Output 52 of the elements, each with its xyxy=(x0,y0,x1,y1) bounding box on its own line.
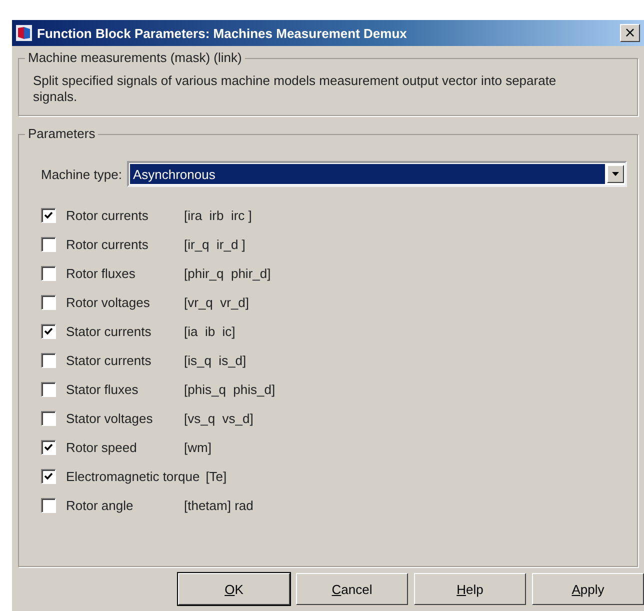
signal-names: [thetam] rad xyxy=(184,498,254,513)
checkbox[interactable] xyxy=(41,411,56,426)
window-title: Function Block Parameters: Machines Measurement Demux xyxy=(37,26,408,40)
dropdown-arrow-button[interactable] xyxy=(607,165,624,183)
checkbox-label: Rotor angle xyxy=(66,498,134,513)
signal-names: [phis_q phis_d] xyxy=(184,382,276,397)
signal-names: [vs_q vs_d] xyxy=(184,411,254,426)
signal-names: [vr_q vr_d] xyxy=(184,295,250,310)
checkbox[interactable] xyxy=(41,237,56,252)
signal-names: [ira irb irc ] xyxy=(184,208,252,223)
checkbox-label: Rotor fluxes xyxy=(66,266,136,281)
signal-names: [is_q is_d] xyxy=(184,353,246,368)
checkbox-label: Stator currents xyxy=(66,324,152,339)
dialog-button[interactable]: Help xyxy=(414,573,526,605)
checkbox-label: Rotor speed xyxy=(66,440,138,455)
checkbox-label: Stator voltages xyxy=(66,411,154,426)
checkbox[interactable] xyxy=(41,382,56,397)
checkbox[interactable] xyxy=(41,266,56,281)
app-icon xyxy=(16,25,32,41)
group-title: Machine measurements (mask) (link) xyxy=(25,50,245,65)
machine-type-dropdown[interactable]: Asynchronous xyxy=(126,161,627,187)
description-text: Split specified signals of various machine models measurement output vector into separate signals. xyxy=(32,73,558,105)
field-label: Machine type: xyxy=(41,166,122,182)
checkbox-label: Rotor voltages xyxy=(66,295,151,310)
checkbox[interactable] xyxy=(41,324,56,339)
close-button[interactable]: × xyxy=(620,24,640,42)
checkbox[interactable] xyxy=(41,469,56,484)
check-icon xyxy=(44,443,53,452)
check-icon xyxy=(44,327,53,336)
checkbox-label: Stator currents xyxy=(66,353,152,368)
checkbox-label: Rotor currents xyxy=(66,208,150,223)
checkbox-label: Stator fluxes xyxy=(66,382,140,397)
dialog-button[interactable]: Apply xyxy=(532,573,644,605)
dialog-button[interactable]: Cancel xyxy=(296,573,408,605)
checkbox[interactable] xyxy=(41,295,56,310)
dropdown-value: Asynchronous xyxy=(130,164,605,184)
checkbox[interactable] xyxy=(41,498,56,513)
caret-icon xyxy=(612,172,619,176)
signal-names: [Te] xyxy=(206,469,227,484)
dialog-button[interactable]: OK xyxy=(178,573,290,605)
signal-names: [ir_q ir_d ] xyxy=(184,237,246,252)
signal-names: [phir_q phir_d] xyxy=(184,266,271,281)
signal-names: [ia ib ic] xyxy=(184,324,236,339)
check-icon xyxy=(44,472,53,481)
checkbox-label: Rotor currents xyxy=(66,237,150,252)
checkbox[interactable] xyxy=(41,208,56,223)
checkbox-label: Electromagnetic torque xyxy=(66,469,200,484)
signal-names: [wm] xyxy=(184,440,212,455)
check-icon xyxy=(44,211,53,220)
group-title: Parameters xyxy=(25,126,98,141)
checkbox[interactable] xyxy=(41,440,56,455)
checkbox[interactable] xyxy=(41,353,56,368)
